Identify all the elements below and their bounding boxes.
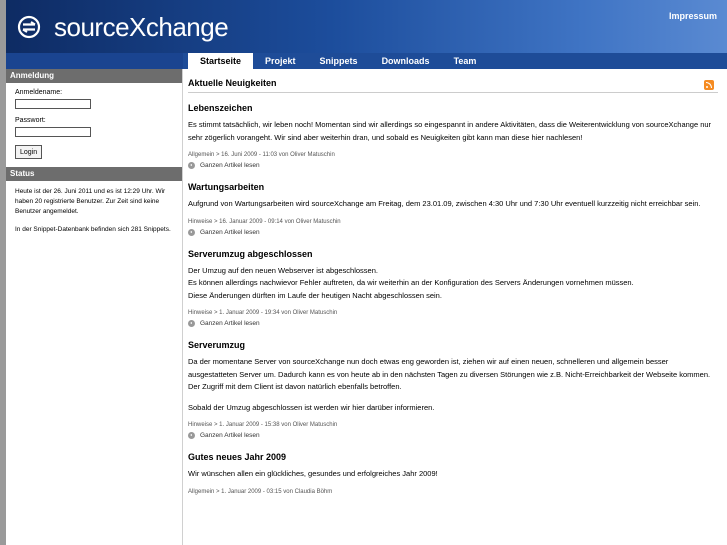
read-more-label: Ganzen Artikel lesen bbox=[200, 432, 260, 439]
tab-downloads[interactable]: Downloads bbox=[370, 53, 442, 69]
password-label: Passwort: bbox=[15, 117, 46, 124]
article-meta: Hinweise > 16. Januar 2009 - 09:14 von O… bbox=[188, 218, 341, 225]
article-title[interactable]: Serverumzug bbox=[188, 340, 718, 350]
read-more-link[interactable]: Ganzen Artikel lesen bbox=[188, 228, 718, 236]
article-body: Der Umzug auf den neuen Webserver ist ab… bbox=[188, 265, 718, 303]
site-header: sourceXchange Impressum bbox=[6, 0, 727, 53]
read-more-label: Ganzen Artikel lesen bbox=[200, 162, 260, 169]
status-panel-title: Status bbox=[6, 167, 182, 181]
rss-feed-icon[interactable] bbox=[704, 80, 714, 90]
news-list: Lebenszeichen Es stimmt tatsächlich, wir … bbox=[188, 103, 718, 495]
article-body: Es stimmt tatsächlich, wir leben noch! M… bbox=[188, 119, 718, 144]
status-text-datetime: Heute ist der 26. Juni 2011 und es ist 1… bbox=[15, 188, 166, 215]
impressum-link[interactable]: Impressum bbox=[669, 11, 717, 21]
main-content: Aktuelle Neuigkeiten Lebenszeichen Es sti… bbox=[188, 69, 718, 545]
article-title[interactable]: Gutes neues Jahr 2009 bbox=[188, 452, 718, 462]
tab-snippets[interactable]: Snippets bbox=[308, 53, 370, 69]
arrow-left-icon bbox=[188, 432, 195, 439]
news-article: Gutes neues Jahr 2009 Wir wünschen allen … bbox=[188, 452, 718, 495]
main-navigation: Startseite Projekt Snippets Downloads Te… bbox=[6, 53, 727, 69]
article-paragraph: Der Umzug auf den neuen Webserver ist ab… bbox=[188, 265, 634, 300]
status-panel: Heute ist der 26. Juni 2011 und es ist 1… bbox=[6, 181, 182, 251]
read-more-label: Ganzen Artikel lesen bbox=[200, 320, 260, 327]
site-brand: sourceXchange bbox=[54, 12, 229, 42]
login-form: Anmeldename: Passwort: Login bbox=[6, 83, 182, 167]
read-more-link[interactable]: Ganzen Artikel lesen bbox=[188, 162, 718, 169]
nav-tabs: Startseite Projekt Snippets Downloads Te… bbox=[188, 53, 488, 69]
sourcexchange-logo-icon bbox=[17, 15, 41, 39]
article-body: Da der momentane Server von sourceXchang… bbox=[188, 356, 718, 414]
read-more-link[interactable]: Ganzen Artikel lesen bbox=[188, 320, 718, 327]
tab-startseite[interactable]: Startseite bbox=[188, 53, 254, 69]
article-body: Aufgrund von Wartungsarbeiten wird sourc… bbox=[188, 198, 718, 211]
news-article: Serverumzug Da der momentane Server von s… bbox=[188, 340, 718, 439]
arrow-left-icon bbox=[188, 228, 195, 236]
arrow-left-icon bbox=[188, 162, 195, 169]
news-header: Aktuelle Neuigkeiten bbox=[188, 74, 718, 93]
news-article: Lebenszeichen Es stimmt tatsächlich, wir … bbox=[188, 103, 718, 169]
news-article: Serverumzug abgeschlossen Der Umzug auf d… bbox=[188, 249, 718, 327]
login-panel-title: Anmeldung bbox=[6, 69, 182, 83]
tab-team[interactable]: Team bbox=[442, 53, 489, 69]
article-meta: Hinweise > 1. Januar 2009 - 15:38 von Ol… bbox=[188, 422, 338, 428]
article-paragraph: Aufgrund von Wartungsarbeiten wird sourc… bbox=[188, 199, 701, 208]
username-label: Anmeldename: bbox=[15, 89, 63, 96]
article-title[interactable]: Lebenszeichen bbox=[188, 103, 718, 113]
status-text-snippets: In der Snippet-Datenbank befinden sich 2… bbox=[15, 226, 171, 233]
article-title[interactable]: Wartungsarbeiten bbox=[188, 182, 718, 192]
arrow-left-icon bbox=[188, 320, 195, 327]
article-paragraph: Wir wünschen allen ein glückliches, gesu… bbox=[188, 469, 438, 478]
article-meta: Allgemein > 1. Januar 2009 - 03:15 von C… bbox=[188, 488, 333, 495]
page-title: Aktuelle Neuigkeiten bbox=[188, 78, 277, 88]
read-more-link[interactable]: Ganzen Artikel lesen bbox=[188, 432, 718, 439]
article-title[interactable]: Serverumzug abgeschlossen bbox=[188, 249, 718, 259]
article-paragraph: Sobald der Umzug abgeschlossen ist werde… bbox=[188, 402, 435, 412]
article-body: Wir wünschen allen ein glückliches, gesu… bbox=[188, 468, 718, 481]
username-input[interactable] bbox=[15, 99, 91, 109]
login-button[interactable]: Login bbox=[15, 145, 43, 159]
article-paragraph: Da der momentane Server von sourceXchang… bbox=[188, 357, 711, 391]
read-more-label: Ganzen Artikel lesen bbox=[200, 228, 260, 236]
tab-projekt[interactable]: Projekt bbox=[253, 53, 308, 69]
sidebar: Anmeldung Anmeldename: Passwort: Login S… bbox=[6, 69, 183, 545]
article-paragraph: Es stimmt tatsächlich, wir leben noch! M… bbox=[188, 120, 712, 142]
password-input[interactable] bbox=[15, 127, 91, 137]
article-meta: Allgemein > 16. Juni 2009 - 11:03 von Ol… bbox=[188, 152, 335, 158]
article-meta: Hinweise > 1. Januar 2009 - 19:34 von Ol… bbox=[188, 310, 338, 316]
news-article: Wartungsarbeiten Aufgrund von Wartungsarb… bbox=[188, 182, 718, 236]
